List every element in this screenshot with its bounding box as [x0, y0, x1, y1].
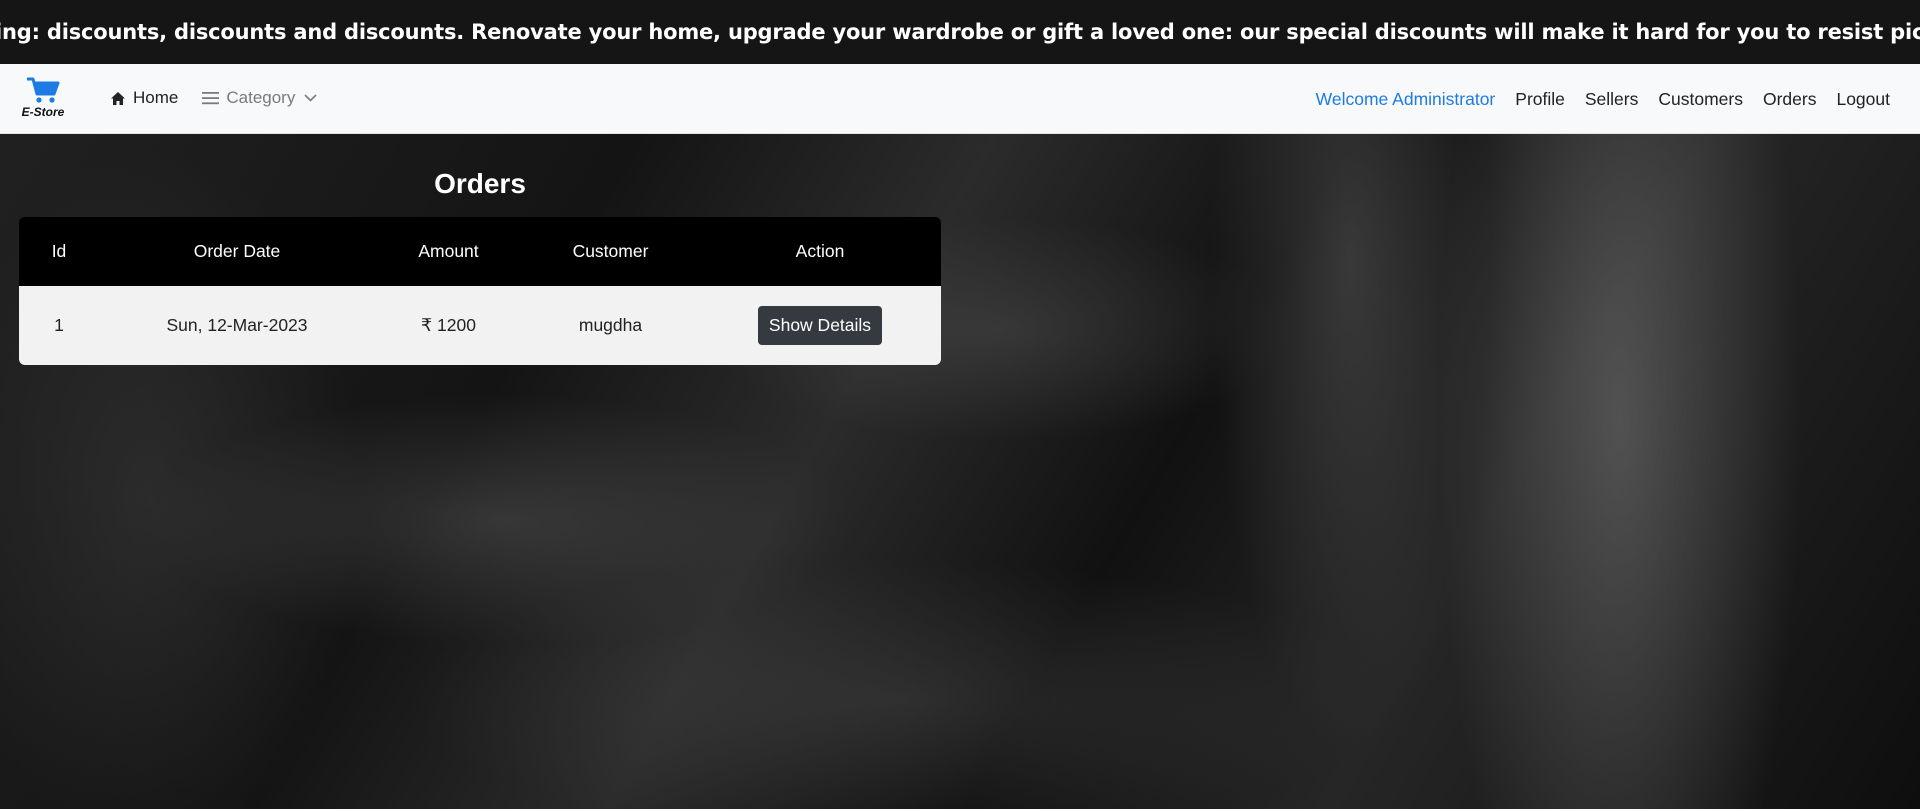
nav-profile[interactable]: Profile — [1515, 89, 1565, 110]
nav-logout[interactable]: Logout — [1836, 89, 1890, 110]
nav-sellers[interactable]: Sellers — [1585, 89, 1639, 110]
column-header-customer: Customer — [572, 241, 649, 261]
cell-amount: ₹ 1200 — [421, 315, 476, 335]
nav-customers[interactable]: Customers — [1658, 89, 1743, 110]
show-details-button[interactable]: Show Details — [757, 306, 883, 345]
nav-category-label: Category — [226, 88, 296, 107]
nav-right: Welcome Administrator Profile Sellers Cu… — [1316, 89, 1890, 110]
column-header-id: Id — [51, 241, 67, 261]
nav-home-label: Home — [133, 88, 179, 107]
promo-marquee: ing: discounts, discounts and discounts.… — [0, 0, 1920, 64]
nav-orders[interactable]: Orders — [1763, 89, 1816, 110]
table-header-row: Id Order Date Amount Customer Action — [19, 217, 941, 286]
cell-id: 1 — [54, 315, 64, 335]
cell-action: Show Details — [699, 286, 941, 365]
nav-left: Home Category — [110, 88, 317, 108]
column-header-amount: Amount — [418, 241, 479, 261]
nav-home[interactable]: Home — [110, 88, 178, 108]
cell-order-date: Sun, 12-Mar-2023 — [166, 315, 308, 335]
top-navbar: E-Store Home Category Welcome Administra… — [0, 64, 1920, 134]
cart-icon — [27, 77, 60, 103]
home-icon — [110, 91, 126, 106]
brand-logo[interactable]: E-Store — [18, 76, 68, 126]
orders-table: Id Order Date Amount Customer Action 1 S… — [19, 217, 941, 365]
page-title: Orders — [434, 168, 526, 199]
table-row: 1 Sun, 12-Mar-2023 ₹ 1200 mugdha Show De… — [19, 286, 941, 365]
promo-marquee-text: ing: discounts, discounts and discounts.… — [0, 20, 1920, 44]
column-header-action: Action — [795, 241, 845, 261]
brand-label: E-Store — [21, 105, 65, 119]
nav-category-dropdown[interactable]: Category — [202, 88, 317, 108]
column-header-order-date: Order Date — [193, 241, 281, 261]
hamburger-icon — [202, 90, 220, 106]
chevron-down-icon — [304, 94, 317, 102]
welcome-text: Welcome Administrator — [1315, 89, 1496, 109]
cell-customer: mugdha — [578, 315, 643, 335]
